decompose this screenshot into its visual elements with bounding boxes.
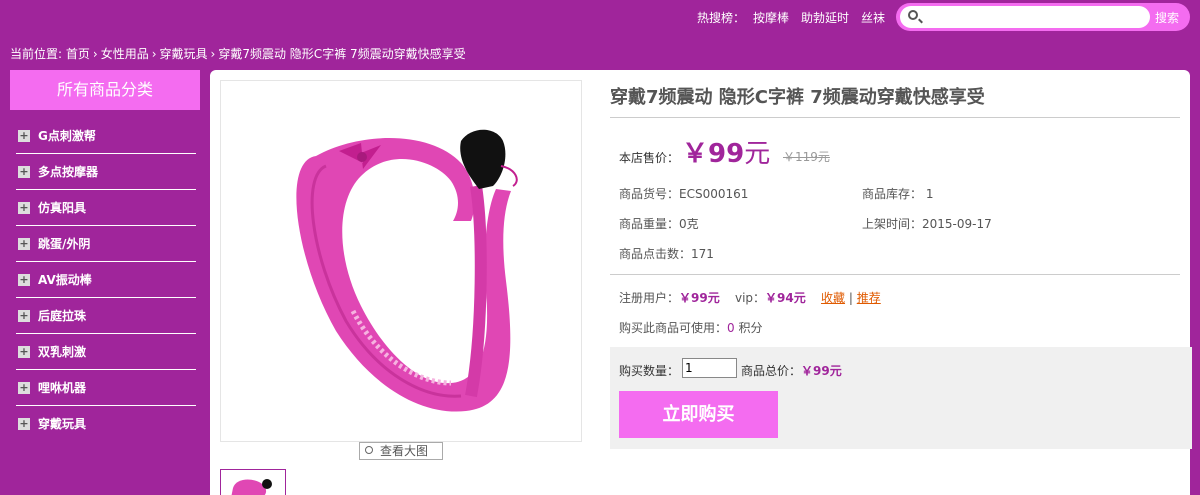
weight-label: 商品重量： xyxy=(619,217,680,231)
category-title: 所有商品分类 xyxy=(10,70,200,110)
product-image[interactable] xyxy=(220,80,582,442)
category-item[interactable]: + 穿戴玩具 xyxy=(16,406,196,442)
breadcrumb-home[interactable]: 首页 xyxy=(66,47,90,61)
search-input[interactable] xyxy=(900,6,1150,28)
chevron-right-icon: › xyxy=(210,47,216,61)
top-bar: 热搜榜： 按摩棒 助勃延时 丝袜 搜索 xyxy=(0,0,1200,36)
quantity-label: 购买数量： xyxy=(619,364,680,378)
category-item[interactable]: + AV振动棒 xyxy=(16,262,196,298)
breadcrumb-current[interactable]: 穿戴7频震动 隐形C字裤 7频震动穿戴快感享受 xyxy=(218,47,465,61)
hot-link[interactable]: 助勃延时 xyxy=(801,11,849,25)
category-label: 穿戴玩具 xyxy=(38,417,87,431)
vip-price: ￥94元 xyxy=(765,291,806,305)
breadcrumb-item[interactable]: 女性用品 xyxy=(101,47,149,61)
plus-icon[interactable]: + xyxy=(18,310,30,322)
clicks-value: 171 xyxy=(691,247,714,261)
breadcrumb-item[interactable]: 穿戴玩具 xyxy=(160,47,208,61)
category-item[interactable]: + 仿真阳具 xyxy=(16,190,196,226)
search-button[interactable]: 搜索 xyxy=(1155,9,1179,26)
points-row: 购买此商品可使用：0 积分 xyxy=(619,319,763,336)
product-photo xyxy=(296,129,518,412)
weight-row: 商品重量：0克 xyxy=(619,215,699,232)
category-item[interactable]: + 多点按摩器 xyxy=(16,154,196,190)
product-thumbnail[interactable] xyxy=(220,469,286,495)
view-large-label: 查看大图 xyxy=(380,444,429,458)
sale-price: ￥99元 xyxy=(682,133,770,170)
vip-label: vip： xyxy=(734,291,766,305)
clicks-label: 商品点击数： xyxy=(619,247,692,261)
category-item[interactable]: + 跳蛋/外阴 xyxy=(16,226,196,262)
stock-value: 1 xyxy=(925,187,934,201)
date-value: 2015-09-17 xyxy=(922,217,992,231)
category-item[interactable]: + 后庭拉珠 xyxy=(16,298,196,334)
chevron-right-icon: › xyxy=(92,47,98,61)
product-panel: 查看大图 穿戴7频震动 隐形C字裤 7频震动穿戴快感享受 本店售价： ￥99元 … xyxy=(210,70,1192,495)
category-label: 多点按摩器 xyxy=(38,165,99,179)
sku-value: ECS000161 xyxy=(679,187,749,201)
category-item[interactable]: + 双乳刺激 xyxy=(16,334,196,370)
hot-link[interactable]: 丝袜 xyxy=(861,11,885,25)
weight-value: 0克 xyxy=(679,217,699,231)
plus-icon[interactable]: + xyxy=(18,202,30,214)
category-item[interactable]: + G点刺激帮 xyxy=(16,118,196,154)
plus-icon[interactable]: + xyxy=(18,130,30,142)
stock-row: 商品库存： 1 xyxy=(862,185,933,202)
sale-price-value: ￥99 xyxy=(682,139,745,169)
link-separator: | xyxy=(848,291,853,305)
favorite-link[interactable]: 收藏 xyxy=(821,291,845,305)
price-label: 本店售价： xyxy=(619,151,680,165)
search-icon xyxy=(908,10,918,20)
stock-label: 商品库存： xyxy=(862,187,923,201)
quantity-input[interactable] xyxy=(682,358,737,378)
plus-icon[interactable]: + xyxy=(18,238,30,250)
plus-icon[interactable]: + xyxy=(18,418,30,430)
breadcrumb-prefix: 当前位置: xyxy=(10,47,63,61)
points-value: 0 xyxy=(727,321,735,335)
sale-price-unit: 元 xyxy=(744,139,771,169)
breadcrumb: 当前位置: 首页 › 女性用品 › 穿戴玩具 › 穿戴7频震动 隐形C字裤 7频震动穿戴快感… xyxy=(10,45,466,62)
member-label: 注册用户： xyxy=(619,291,680,305)
thumbnail-photo xyxy=(231,479,272,495)
hot-link[interactable]: 按摩棒 xyxy=(753,11,789,25)
plus-icon[interactable]: + xyxy=(18,346,30,358)
map-pin-icon xyxy=(365,446,373,454)
plus-icon[interactable]: + xyxy=(18,382,30,394)
total-price: 商品总价：￥99元 xyxy=(741,362,842,379)
points-suffix: 积分 xyxy=(738,321,763,335)
category-label: 双乳刺激 xyxy=(38,345,87,359)
category-label: G点刺激帮 xyxy=(38,129,96,143)
clicks-row: 商品点击数：171 xyxy=(619,245,714,262)
category-label: AV振动棒 xyxy=(38,273,92,287)
hot-search-title: 热搜榜： xyxy=(697,11,746,25)
purchase-box: 购买数量： 商品总价：￥99元 立即购买 xyxy=(610,347,1192,449)
view-large-button[interactable]: 查看大图 xyxy=(359,442,443,460)
sku-row: 商品货号：ECS000161 xyxy=(619,185,748,202)
divider xyxy=(610,117,1180,118)
divider xyxy=(610,274,1180,275)
points-prefix: 购买此商品可使用： xyxy=(619,321,728,335)
date-label: 上架时间： xyxy=(862,217,923,231)
search-bar: 搜索 xyxy=(896,3,1190,31)
category-item[interactable]: + 哩咻机器 xyxy=(16,370,196,406)
member-price-row: 注册用户：￥99元 vip：￥94元 收藏 | 推荐 xyxy=(619,289,881,306)
recommend-link[interactable]: 推荐 xyxy=(857,291,881,305)
category-label: 跳蛋/外阴 xyxy=(38,237,91,251)
hot-search: 热搜榜： 按摩棒 助勃延时 丝袜 xyxy=(697,9,897,26)
plus-icon[interactable]: + xyxy=(18,166,30,178)
chevron-right-icon: › xyxy=(151,47,157,61)
plus-icon[interactable]: + xyxy=(18,274,30,286)
category-label: 后庭拉珠 xyxy=(38,309,87,323)
category-list: + G点刺激帮 + 多点按摩器 + 仿真阳具 + 跳蛋/外阴 + AV振动棒 + 后庭拉珠 … xyxy=(10,118,200,442)
category-label: 哩咻机器 xyxy=(38,381,87,395)
date-row: 上架时间：2015-09-17 xyxy=(862,215,992,232)
category-label: 仿真阳具 xyxy=(38,201,87,215)
total-value: ￥99元 xyxy=(801,364,842,378)
sku-label: 商品货号： xyxy=(619,187,680,201)
member-price: ￥99元 xyxy=(679,291,720,305)
total-label: 商品总价： xyxy=(741,364,802,378)
category-sidebar: 所有商品分类 + G点刺激帮 + 多点按摩器 + 仿真阳具 + 跳蛋/外阴 + AV振动棒… xyxy=(10,70,200,442)
product-title: 穿戴7频震动 隐形C字裤 7频震动穿戴快感享受 xyxy=(610,87,985,108)
buy-now-button[interactable]: 立即购买 xyxy=(619,391,778,438)
original-price: ￥119元 xyxy=(783,150,830,164)
